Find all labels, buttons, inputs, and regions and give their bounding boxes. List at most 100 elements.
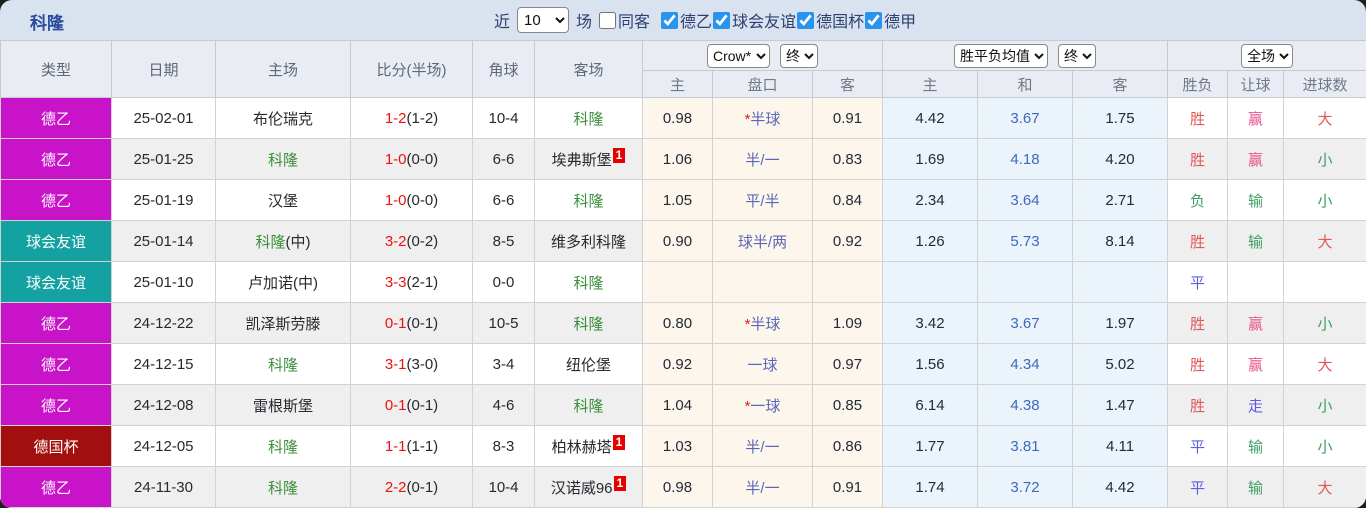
home-team-suffix: (中) <box>285 233 311 251</box>
result-cell: 胜 <box>1167 384 1229 426</box>
recent-count-select[interactable]: 10 <box>517 7 570 33</box>
away-team-name: 维多利科隆 <box>550 233 626 251</box>
subheader-asia-home: 主 <box>642 70 713 98</box>
home-team-cell: 科隆 <box>215 138 351 180</box>
asia-home-odds-cell: 1.04 <box>642 384 713 426</box>
header-date: 日期 <box>111 40 216 98</box>
score-cell: 3-3(2-1) <box>350 261 473 303</box>
result-cell: 负 <box>1167 179 1229 221</box>
euro-away-odds-cell: 4.11 <box>1072 425 1169 467</box>
euro-away-odds-cell: 1.75 <box>1072 97 1169 139</box>
home-team-cell: 汉堡 <box>215 179 351 221</box>
euro-home-odds-cell: 3.42 <box>882 302 979 344</box>
asia-line-cell: 半/一 <box>712 466 813 508</box>
spread-result-cell: 走 <box>1227 384 1285 426</box>
home-team-name: 卢加诺(中) <box>248 274 318 292</box>
asia-odds-group-header: Crow* 终 <box>641 40 884 71</box>
league-checkbox-friendly[interactable] <box>713 11 731 29</box>
recent-prefix-label: 近 <box>494 14 511 31</box>
halftime-score: (0-2) <box>406 232 439 250</box>
euro-home-odds-cell: 1.56 <box>882 343 979 385</box>
same-away-checkbox[interactable] <box>599 11 617 29</box>
away-team-cell: 柏林赫塔 1 <box>534 425 643 467</box>
euro-avg-select[interactable]: 胜平负均值 <box>954 43 1049 68</box>
line-text: 半球 <box>750 110 781 128</box>
date-cell: 24-12-15 <box>111 343 216 385</box>
date-cell: 25-01-10 <box>111 261 216 303</box>
euro-draw-odds-cell: 3.81 <box>977 425 1074 467</box>
euro-draw-odds-cell: 4.34 <box>977 343 1074 385</box>
away-team-name: 科隆 <box>573 315 604 333</box>
corners-cell: 8-3 <box>472 425 535 467</box>
home-team-name: 科隆 <box>267 151 298 169</box>
league-checkbox-cup[interactable] <box>797 11 815 29</box>
league-checkbox-dey2[interactable] <box>661 11 679 29</box>
euro-home-odds-cell: 4.42 <box>882 97 979 139</box>
away-team-name: 科隆 <box>573 192 604 210</box>
asia-line-cell: 半/一 <box>712 425 813 467</box>
asia-home-odds-cell: 1.03 <box>642 425 713 467</box>
asia-odds-time-select[interactable]: 终 <box>780 43 818 68</box>
home-team-name: 科隆 <box>267 356 298 374</box>
match-row: 德乙 25-02-01 布伦瑞克 1-2(1-2) 10-4 科隆 0.98 *半球 0.91 4… <box>0 97 1366 139</box>
league-filter-friendly[interactable]: 球会友谊 <box>713 8 796 32</box>
subheader-result: 胜负 <box>1167 70 1229 98</box>
league-filter-cup[interactable]: 德国杯 <box>797 8 864 32</box>
subheader-asia-away: 客 <box>811 70 884 98</box>
result-cell: 平 <box>1167 466 1229 508</box>
scope-select[interactable]: 全场 <box>1241 43 1294 68</box>
goals-result-cell: 大 <box>1283 220 1366 262</box>
corners-cell: 4-6 <box>472 384 535 426</box>
match-row: 球会友谊 25-01-10 卢加诺(中) 3-3(2-1) 0-0 科隆平 <box>0 261 1366 303</box>
euro-away-odds-cell: 2.71 <box>1072 179 1169 221</box>
league-filter-de1[interactable]: 德甲 <box>865 8 916 32</box>
line-text: 一球 <box>750 397 781 415</box>
euro-draw-odds-cell: 3.67 <box>977 97 1074 139</box>
asia-line-cell: *半球 <box>712 97 813 139</box>
euro-home-odds-cell: 6.14 <box>882 384 979 426</box>
fulltime-score: 1-1 <box>384 437 407 455</box>
odds-company-select[interactable]: Crow* <box>707 43 770 68</box>
date-cell: 24-12-22 <box>111 302 216 344</box>
euro-away-odds-cell: 8.14 <box>1072 220 1169 262</box>
asia-line-cell: *一球 <box>712 384 813 426</box>
score-cell: 2-2(0-1) <box>350 466 473 508</box>
away-team-name: 埃弗斯堡 <box>551 151 612 169</box>
euro-away-odds-cell: 1.97 <box>1072 302 1169 344</box>
asia-away-odds-cell <box>811 261 884 303</box>
spread-result-cell: 输 <box>1227 425 1285 467</box>
date-cell: 24-12-08 <box>111 384 216 426</box>
result-group-header: 全场 <box>1167 40 1366 71</box>
fulltime-score: 3-2 <box>384 232 407 250</box>
league-type-cell: 德国杯 <box>0 425 112 467</box>
score-cell: 1-0(0-0) <box>350 138 473 180</box>
corners-cell: 8-5 <box>472 220 535 262</box>
league-filter-dey2[interactable]: 德乙 <box>661 8 712 32</box>
result-cell: 胜 <box>1167 343 1229 385</box>
league-checkbox-de1[interactable] <box>865 11 883 29</box>
halftime-score: (0-1) <box>406 478 439 496</box>
same-away-filter[interactable]: 同客 <box>599 8 650 32</box>
away-team-name: 纽伦堡 <box>565 356 611 374</box>
match-row: 德乙 24-12-08 雷根斯堡 0-1(0-1) 4-6 科隆 1.04 *一球 0.85 6.… <box>0 384 1366 426</box>
filter-bar: 近 10 场 同客 德乙 球会友谊 德国杯 德甲 <box>494 0 916 40</box>
corners-cell: 6-6 <box>472 138 535 180</box>
home-team-name: 雷根斯堡 <box>252 397 313 415</box>
asia-home-odds-cell: 0.98 <box>642 97 713 139</box>
away-team-cell: 埃弗斯堡 1 <box>534 138 643 180</box>
goals-result-cell: 小 <box>1283 425 1366 467</box>
halftime-score: (0-0) <box>406 191 439 209</box>
spread-result-cell: 赢 <box>1227 302 1285 344</box>
euro-odds-time-select[interactable]: 终 <box>1058 43 1097 68</box>
corners-cell: 0-0 <box>472 261 535 303</box>
asia-line-cell: 平/半 <box>712 179 813 221</box>
rank-badge: 1 <box>613 475 627 491</box>
fulltime-score: 1-0 <box>384 191 407 209</box>
away-team-cell: 科隆 <box>534 261 643 303</box>
league-type-cell: 德乙 <box>0 138 112 180</box>
league-type-cell: 球会友谊 <box>0 220 112 262</box>
home-team-cell: 卢加诺(中) <box>215 261 351 303</box>
same-away-label: 同客 <box>618 14 651 31</box>
league-type-cell: 德乙 <box>0 466 112 508</box>
subheader-goals: 进球数 <box>1283 70 1366 98</box>
